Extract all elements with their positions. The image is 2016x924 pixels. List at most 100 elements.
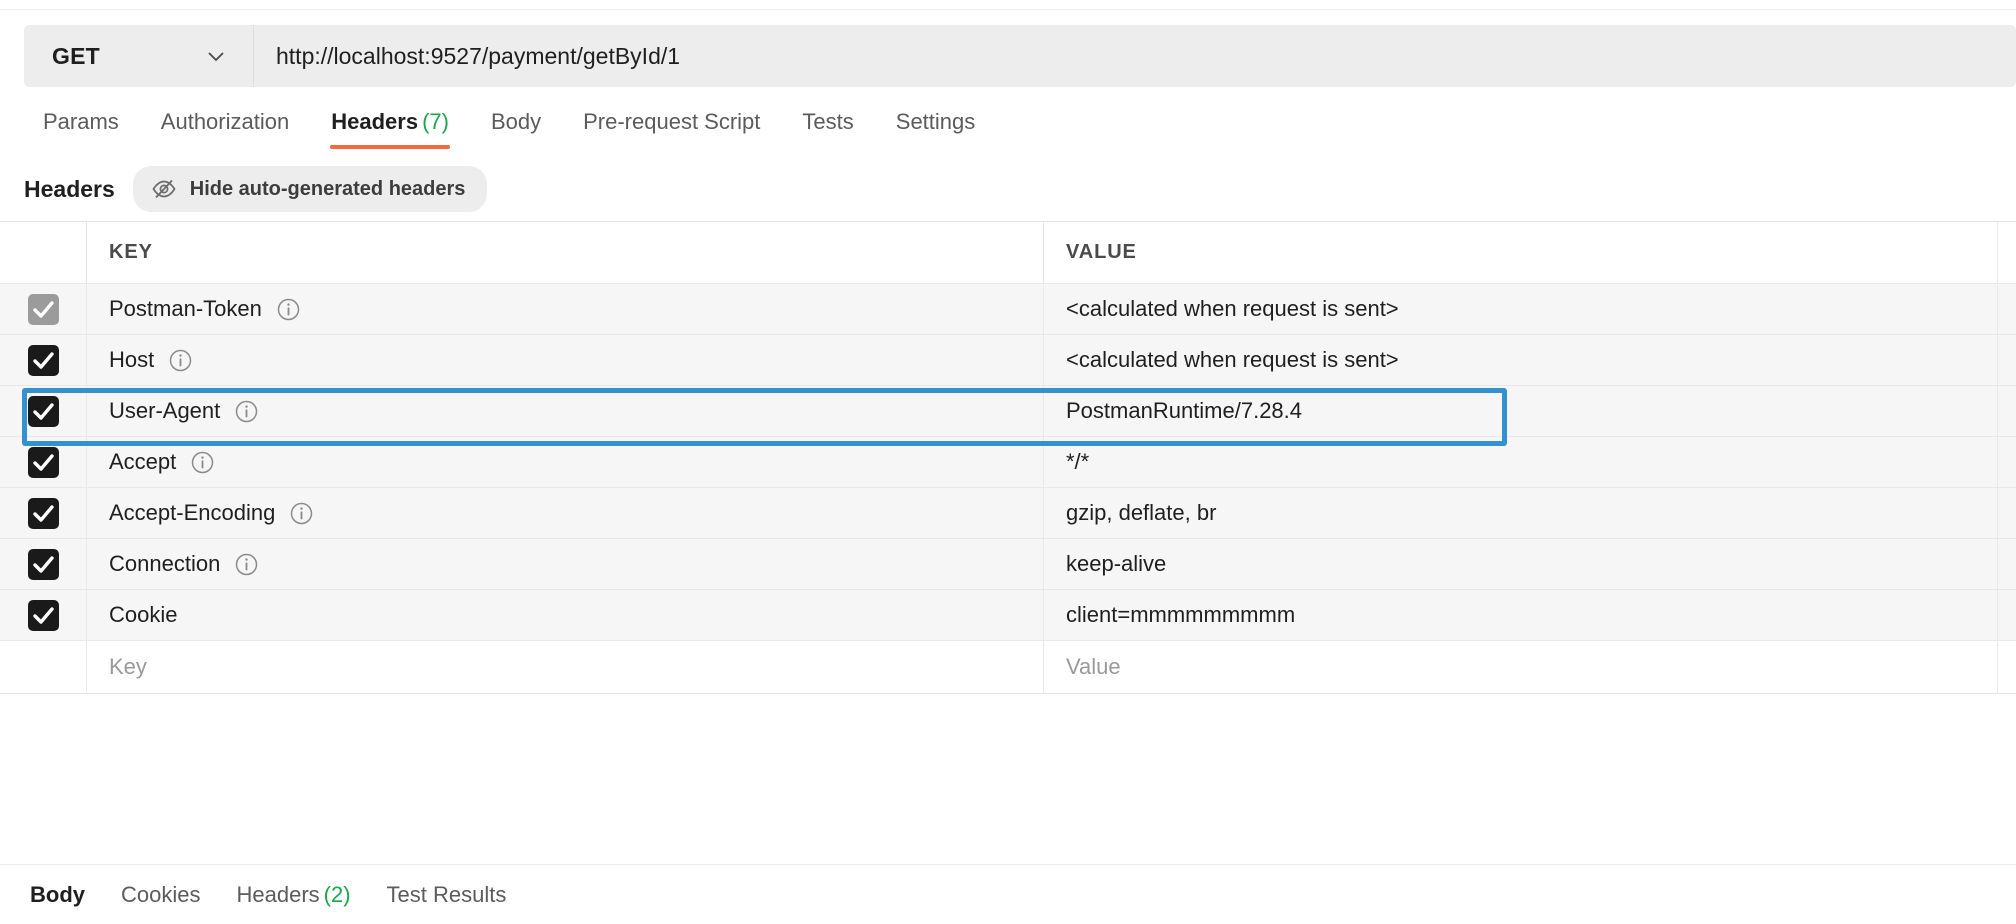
hide-auto-generated-headers-label: Hide auto-generated headers [190, 178, 466, 201]
response-tab-label: Body [30, 882, 85, 907]
new-row-key-input[interactable]: Key [87, 641, 1044, 693]
tab-label: Settings [896, 109, 976, 134]
row-value-label: gzip, deflate, br [1066, 500, 1216, 526]
tab-label: Body [491, 109, 541, 134]
tab-authorization[interactable]: Authorization [140, 111, 310, 149]
row-value-cell[interactable]: gzip, deflate, br [1044, 488, 1998, 538]
response-tab-body[interactable]: Body [12, 882, 103, 908]
tab-label: Params [43, 109, 119, 134]
row-tail-cell [1998, 437, 2016, 487]
column-header-key: KEY [87, 222, 1044, 283]
row-checkbox-cell [0, 284, 87, 334]
row-value-cell[interactable]: client=mmmmmmmmm [1044, 590, 1998, 640]
table-header-row: KEY VALUE [0, 222, 2016, 284]
response-tab-count: (2) [324, 882, 351, 907]
tab-settings[interactable]: Settings [875, 111, 997, 149]
info-icon[interactable] [289, 501, 314, 526]
url-bar-region: GET http://localhost:9527/payment/getByI… [0, 10, 2016, 87]
row-key-label: Accept [109, 449, 176, 475]
tab-pre-request-script[interactable]: Pre-request Script [562, 111, 781, 149]
row-checkbox[interactable] [28, 294, 59, 325]
row-value-label: PostmanRuntime/7.28.4 [1066, 398, 1302, 424]
url-bar: GET http://localhost:9527/payment/getByI… [24, 25, 2016, 87]
row-tail-cell [1998, 539, 2016, 589]
new-row-checkbox-cell [0, 641, 87, 693]
row-checkbox[interactable] [28, 345, 59, 376]
http-method-selector[interactable]: GET [24, 25, 254, 87]
headers-title: Headers [22, 176, 115, 203]
column-header-key-label: KEY [109, 241, 153, 264]
new-row-tail-cell [1998, 641, 2016, 693]
row-value-label: <calculated when request is sent> [1066, 347, 1399, 373]
row-checkbox[interactable] [28, 498, 59, 529]
row-value-cell[interactable]: <calculated when request is sent> [1044, 335, 1998, 385]
row-key-cell[interactable]: Accept [87, 437, 1044, 487]
row-key-cell[interactable]: Host [87, 335, 1044, 385]
response-tab-label: Headers [236, 882, 319, 907]
row-checkbox[interactable] [28, 600, 59, 631]
row-value-label: keep-alive [1066, 551, 1166, 577]
row-checkbox[interactable] [28, 447, 59, 478]
new-row-value-input[interactable]: Value [1044, 641, 1998, 693]
table-row: Postman-Token <calculated when request i… [0, 284, 2016, 335]
info-icon[interactable] [234, 399, 259, 424]
info-icon[interactable] [190, 450, 215, 475]
tab-headers[interactable]: Headers(7) [310, 111, 470, 149]
new-row-key-placeholder: Key [109, 654, 147, 680]
row-tail-cell [1998, 284, 2016, 334]
headers-table: KEY VALUE Postman-Token <calculated when… [0, 221, 2016, 694]
http-method-label: GET [52, 43, 100, 70]
row-key-cell[interactable]: Connection [87, 539, 1044, 589]
response-tabs: Body Cookies Headers(2) Test Results [0, 864, 2016, 924]
row-tail-cell [1998, 488, 2016, 538]
info-icon[interactable] [276, 297, 301, 322]
row-value-cell[interactable]: PostmanRuntime/7.28.4 [1044, 386, 1998, 436]
request-tabs: Params Authorization Headers(7) Body Pre… [0, 87, 2016, 149]
row-tail-cell [1998, 335, 2016, 385]
row-key-cell[interactable]: Postman-Token [87, 284, 1044, 334]
tab-body[interactable]: Body [470, 111, 562, 149]
response-tab-headers[interactable]: Headers(2) [218, 882, 368, 908]
url-input[interactable]: http://localhost:9527/payment/getById/1 [254, 25, 2016, 87]
response-tab-label: Test Results [387, 882, 507, 907]
response-tab-label: Cookies [121, 882, 200, 907]
row-key-cell[interactable]: Accept-Encoding [87, 488, 1044, 538]
chevron-down-icon [205, 45, 227, 67]
row-value-label: client=mmmmmmmmm [1066, 602, 1295, 628]
row-tail-cell [1998, 386, 2016, 436]
table-row: Accept */* [0, 437, 2016, 488]
info-icon[interactable] [168, 348, 193, 373]
row-key-label: Cookie [109, 602, 177, 628]
row-checkbox-cell [0, 590, 87, 640]
row-tail-cell [1998, 590, 2016, 640]
hide-auto-generated-headers-button[interactable]: Hide auto-generated headers [133, 166, 488, 212]
row-key-label: Postman-Token [109, 296, 262, 322]
response-tab-cookies[interactable]: Cookies [103, 882, 218, 908]
row-key-label: User-Agent [109, 398, 220, 424]
table-row: Accept-Encoding gzip, deflate, br [0, 488, 2016, 539]
row-checkbox[interactable] [28, 396, 59, 427]
row-value-cell[interactable]: keep-alive [1044, 539, 1998, 589]
tab-label: Tests [802, 109, 853, 134]
row-key-label: Connection [109, 551, 220, 577]
response-tab-test-results[interactable]: Test Results [369, 882, 525, 908]
headers-subheader: Headers Hide auto-generated headers [0, 149, 2016, 207]
row-checkbox-cell [0, 437, 87, 487]
table-row: Cookie client=mmmmmmmmm [0, 590, 2016, 641]
new-row-value-placeholder: Value [1066, 654, 1121, 680]
header-check-cell [0, 222, 87, 283]
column-header-value: VALUE [1044, 222, 1998, 283]
tab-tests[interactable]: Tests [781, 111, 874, 149]
row-key-cell[interactable]: Cookie [87, 590, 1044, 640]
row-checkbox-cell [0, 335, 87, 385]
row-value-cell[interactable]: */* [1044, 437, 1998, 487]
row-checkbox[interactable] [28, 549, 59, 580]
row-key-cell[interactable]: User-Agent [87, 386, 1044, 436]
column-header-tail [1998, 222, 2016, 283]
table-row-host: Host <calculated when request is sent> [0, 335, 2016, 386]
row-checkbox-cell [0, 386, 87, 436]
postman-request-pane: GET http://localhost:9527/payment/getByI… [0, 0, 2016, 924]
info-icon[interactable] [234, 552, 259, 577]
row-value-cell[interactable]: <calculated when request is sent> [1044, 284, 1998, 334]
tab-params[interactable]: Params [22, 111, 140, 149]
